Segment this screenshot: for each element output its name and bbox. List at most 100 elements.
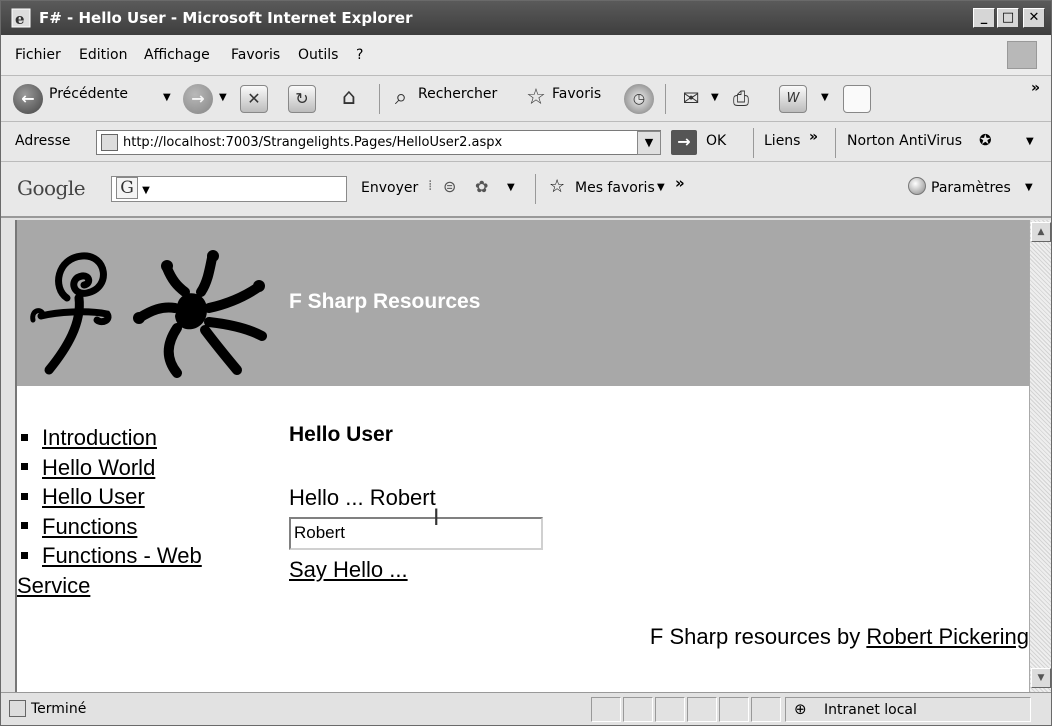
nav-link-functions[interactable]: Functions — [42, 514, 137, 539]
favorites-star-icon[interactable]: ☆ — [522, 85, 550, 113]
settings-button[interactable]: Paramètres — [931, 180, 1011, 196]
intranet-zone-icon: ⊕ — [794, 700, 807, 718]
scroll-up-icon[interactable]: ▲ — [1031, 222, 1051, 242]
name-input[interactable]: Robert — [289, 517, 543, 550]
browser-window: e F# - Hello User - Microsoft Internet E… — [0, 0, 1052, 726]
stop-icon[interactable]: ✕ — [240, 85, 268, 113]
settings-icon[interactable] — [908, 177, 926, 195]
footer-author-link[interactable]: Robert Pickering — [866, 624, 1029, 649]
close-button[interactable]: ✕ — [1023, 8, 1045, 28]
footer: F Sharp resources by Robert Pickering — [650, 624, 1029, 650]
bullet-icon — [21, 551, 28, 559]
google-g-icon[interactable]: G — [116, 177, 138, 199]
site-banner: F Sharp Resources — [17, 220, 1029, 386]
address-label: Adresse — [15, 133, 71, 149]
links-overflow-icon[interactable]: » — [809, 129, 818, 145]
google-news-icon[interactable]: ⊜ — [443, 177, 456, 196]
my-favorites-button[interactable]: Mes favoris — [575, 180, 655, 196]
back-button[interactable]: Précédente — [49, 86, 128, 102]
bullet-icon — [21, 492, 28, 500]
history-icon[interactable]: ◷ — [624, 84, 654, 114]
back-arrow-icon[interactable]: ← — [13, 84, 43, 114]
page-icon — [101, 134, 118, 151]
toolbar-overflow-icon[interactable]: » — [1031, 80, 1040, 96]
nav-item-functions-web-service-cont: Service — [17, 571, 261, 601]
google-logo[interactable]: Google — [17, 176, 86, 200]
go-button[interactable]: OK — [706, 133, 726, 149]
address-dropdown-icon[interactable]: ▼ — [637, 131, 661, 155]
back-dropdown-icon[interactable]: ▼ — [163, 92, 171, 103]
forward-dropdown-icon[interactable]: ▼ — [219, 92, 227, 103]
google-engine-dropdown-icon[interactable]: ▼ — [142, 185, 150, 196]
status-cell — [623, 697, 653, 722]
nav-link-functions-web-service[interactable]: Functions - Web — [42, 543, 202, 568]
refresh-icon[interactable]: ↻ — [288, 85, 316, 113]
menu-help[interactable]: ? — [356, 47, 363, 63]
bullet-icon — [21, 463, 28, 471]
google-popup-icon[interactable]: ✿ — [475, 177, 488, 196]
windows-logo-icon — [1007, 41, 1037, 69]
minimize-button[interactable]: _ — [973, 8, 995, 28]
status-cell — [751, 697, 781, 722]
status-text: Terminé — [31, 701, 87, 717]
favorites-star-icon[interactable]: ☆ — [549, 176, 565, 197]
norton-antivirus-button[interactable]: Norton AntiVirus — [847, 133, 962, 149]
search-button[interactable]: Rechercher — [418, 86, 497, 102]
status-cell — [655, 697, 685, 722]
menu-favoris[interactable]: Favoris — [231, 47, 280, 63]
toolbar-separator — [665, 84, 666, 114]
say-hello-link[interactable]: Say Hello ... — [289, 557, 408, 583]
edit-word-icon[interactable]: W — [779, 85, 807, 113]
go-arrow-icon[interactable]: → — [671, 130, 697, 155]
site-title: F Sharp Resources — [289, 290, 481, 313]
footer-text: F Sharp resources by — [649, 624, 867, 649]
nav-item-functions-web-service: Functions - Web — [21, 541, 261, 571]
mail-icon[interactable]: ✉ — [677, 85, 705, 113]
window-title: F# - Hello User - Microsoft Internet Exp… — [39, 9, 413, 27]
zone-text: Intranet local — [824, 702, 917, 718]
nav-link-introduction[interactable]: Introduction — [42, 425, 157, 450]
nav-link-functions-web-service-cont[interactable]: Service — [17, 573, 90, 598]
mail-dropdown-icon[interactable]: ▼ — [711, 92, 719, 103]
address-input[interactable]: http://localhost:7003/Strangelights.Page… — [96, 130, 661, 155]
edit-dropdown-icon[interactable]: ▼ — [821, 92, 829, 103]
status-cell — [719, 697, 749, 722]
print-icon[interactable]: ⎙ — [727, 85, 755, 113]
home-icon[interactable]: ⌂ — [335, 85, 363, 113]
vertical-scrollbar[interactable]: ▲ ▼ — [1029, 220, 1051, 692]
scroll-down-icon[interactable]: ▼ — [1031, 668, 1051, 688]
search-icon[interactable]: ⌕ — [387, 85, 415, 113]
nav-link-hello-user[interactable]: Hello User — [42, 484, 145, 509]
norton-icon[interactable]: ✪ — [979, 131, 992, 149]
norton-dropdown-icon[interactable]: ▼ — [1026, 136, 1034, 147]
google-overflow-icon[interactable]: » — [675, 174, 685, 192]
favorites-button[interactable]: Favoris — [552, 86, 601, 102]
text-cursor-icon: I — [433, 506, 440, 531]
google-popup-dropdown-icon[interactable]: ▼ — [507, 182, 515, 193]
main-content: Hello User Hello ... Robert Robert Say H… — [289, 423, 543, 582]
nav-item-functions: Functions — [21, 512, 261, 542]
discuss-icon[interactable] — [843, 85, 871, 113]
menu-outils[interactable]: Outils — [298, 47, 338, 63]
links-button[interactable]: Liens — [764, 133, 800, 149]
address-url: http://localhost:7003/Strangelights.Page… — [123, 135, 503, 150]
settings-dropdown-icon[interactable]: ▼ — [1025, 182, 1033, 193]
google-search-input[interactable]: G ▼ — [111, 176, 347, 202]
nav-item-hello-world: Hello World — [21, 453, 261, 483]
maximize-button[interactable]: □ — [997, 8, 1019, 28]
forward-arrow-icon[interactable]: → — [183, 84, 213, 114]
bullet-icon — [21, 522, 28, 530]
nav-item-hello-user: Hello User — [21, 482, 261, 512]
my-favorites-dropdown-icon[interactable]: ▼ — [657, 182, 665, 193]
nav-item-introduction: Introduction — [21, 423, 261, 453]
nav-link-hello-world[interactable]: Hello World — [42, 455, 155, 480]
standard-toolbar: ← Précédente ▼ → ▼ ✕ ↻ ⌂ ⌕ Rechercher ☆ … — [1, 76, 1051, 122]
google-send-button[interactable]: Envoyer — [361, 180, 418, 196]
menu-fichier[interactable]: Fichier — [15, 47, 61, 63]
menu-edition[interactable]: Edition — [79, 47, 127, 63]
address-bar: Adresse http://localhost:7003/Strangelig… — [1, 122, 1051, 162]
address-separator — [835, 128, 836, 158]
svg-text:e: e — [15, 10, 25, 28]
menu-affichage[interactable]: Affichage — [144, 47, 210, 63]
bullet-icon — [21, 433, 28, 441]
